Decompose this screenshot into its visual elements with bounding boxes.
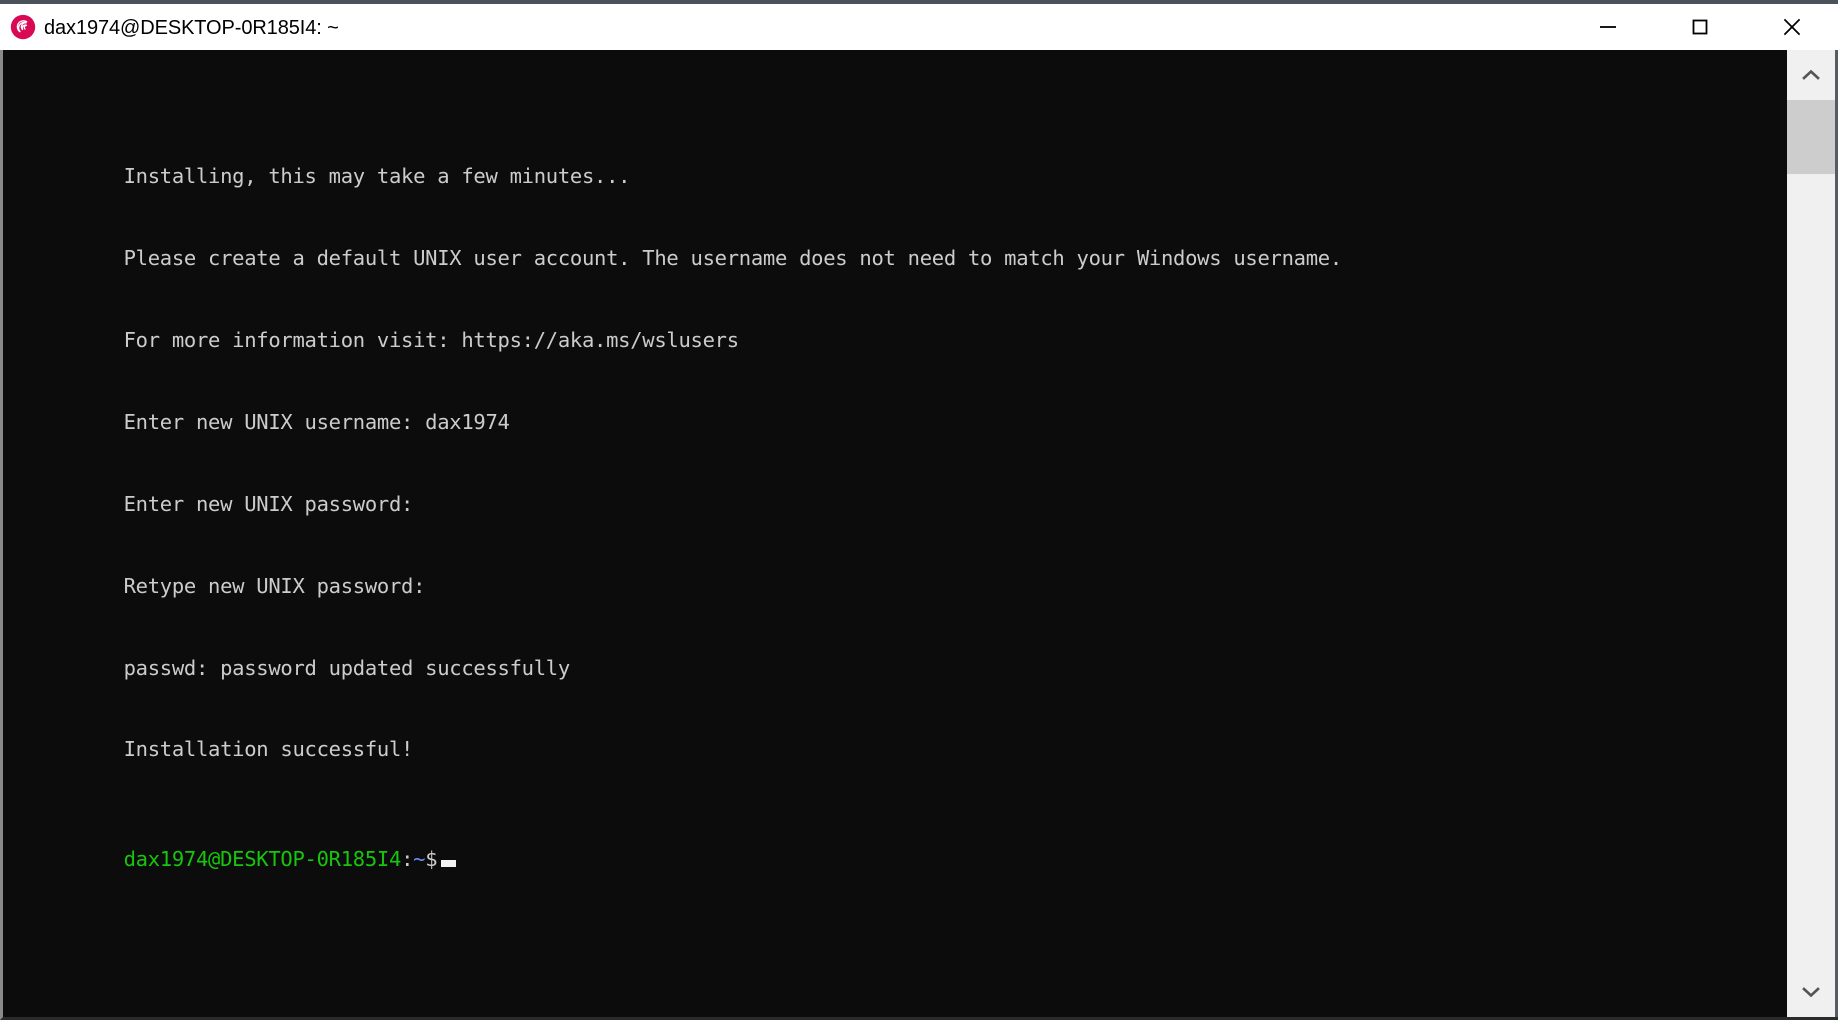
debian-logo-icon [10,14,36,40]
scrollbar-thumb[interactable] [1787,100,1835,174]
terminal-output: Installing, this may take a few minutes.… [3,54,1787,928]
close-icon [1783,18,1801,36]
terminal-line: Installing, this may take a few minutes.… [3,136,1787,188]
window-controls [1562,4,1838,50]
scroll-up-button[interactable] [1787,50,1835,100]
terminal-line-text: For more information visit: https://aka.… [123,327,739,352]
terminal-line: Enter new UNIX username: dax1974 [3,382,1787,434]
terminal-line-text: Installing, this may take a few minutes.… [123,164,631,189]
close-button[interactable] [1746,4,1838,50]
terminal-line-text: Installation successful! [123,737,414,762]
prompt-symbol: $ [425,846,438,871]
terminal-line-text: Enter new UNIX password: [123,491,414,516]
prompt-path: ~ [413,846,426,871]
terminal-window: dax1974@DESKTOP-0R185I4: ~ Installing, t… [0,0,1838,1020]
vertical-scrollbar[interactable] [1787,50,1838,1017]
minimize-button[interactable] [1562,4,1654,50]
minimize-icon [1600,26,1616,28]
prompt-user-host: dax1974@DESKTOP-0R185I4 [123,846,402,871]
terminal-line: Retype new UNIX password: [3,545,1787,598]
terminal-line-text: Enter new UNIX username: dax1974 [123,409,510,434]
chevron-down-icon [1802,987,1820,998]
maximize-button[interactable] [1654,4,1746,50]
scrollbar-track[interactable] [1787,100,1835,967]
chevron-up-icon [1802,69,1820,80]
window-title: dax1974@DESKTOP-0R185I4: ~ [44,16,339,39]
terminal-prompt-line[interactable]: dax1974@DESKTOP-0R185I4:~$ [3,818,1787,871]
terminal-line-text: passwd: password updated successfully [123,655,571,680]
prompt-separator: : [401,846,414,871]
terminal-line: For more information visit: https://aka.… [3,300,1787,352]
scroll-down-button[interactable] [1787,967,1835,1017]
terminal-screen[interactable]: Installing, this may take a few minutes.… [3,50,1787,1017]
terminal-line: Enter new UNIX password: [3,463,1787,516]
text-cursor [441,859,457,867]
terminal-line: Installation successful! [3,709,1787,761]
maximize-icon [1692,19,1708,35]
terminal-line: Please create a default UNIX user accoun… [3,218,1787,270]
title-bar[interactable]: dax1974@DESKTOP-0R185I4: ~ [0,4,1838,50]
window-body: Installing, this may take a few minutes.… [0,50,1838,1020]
terminal-line-text: Please create a default UNIX user accoun… [123,246,1343,271]
terminal-line-text: Retype new UNIX password: [123,573,426,598]
terminal-line: passwd: password updated successfully [3,627,1787,680]
